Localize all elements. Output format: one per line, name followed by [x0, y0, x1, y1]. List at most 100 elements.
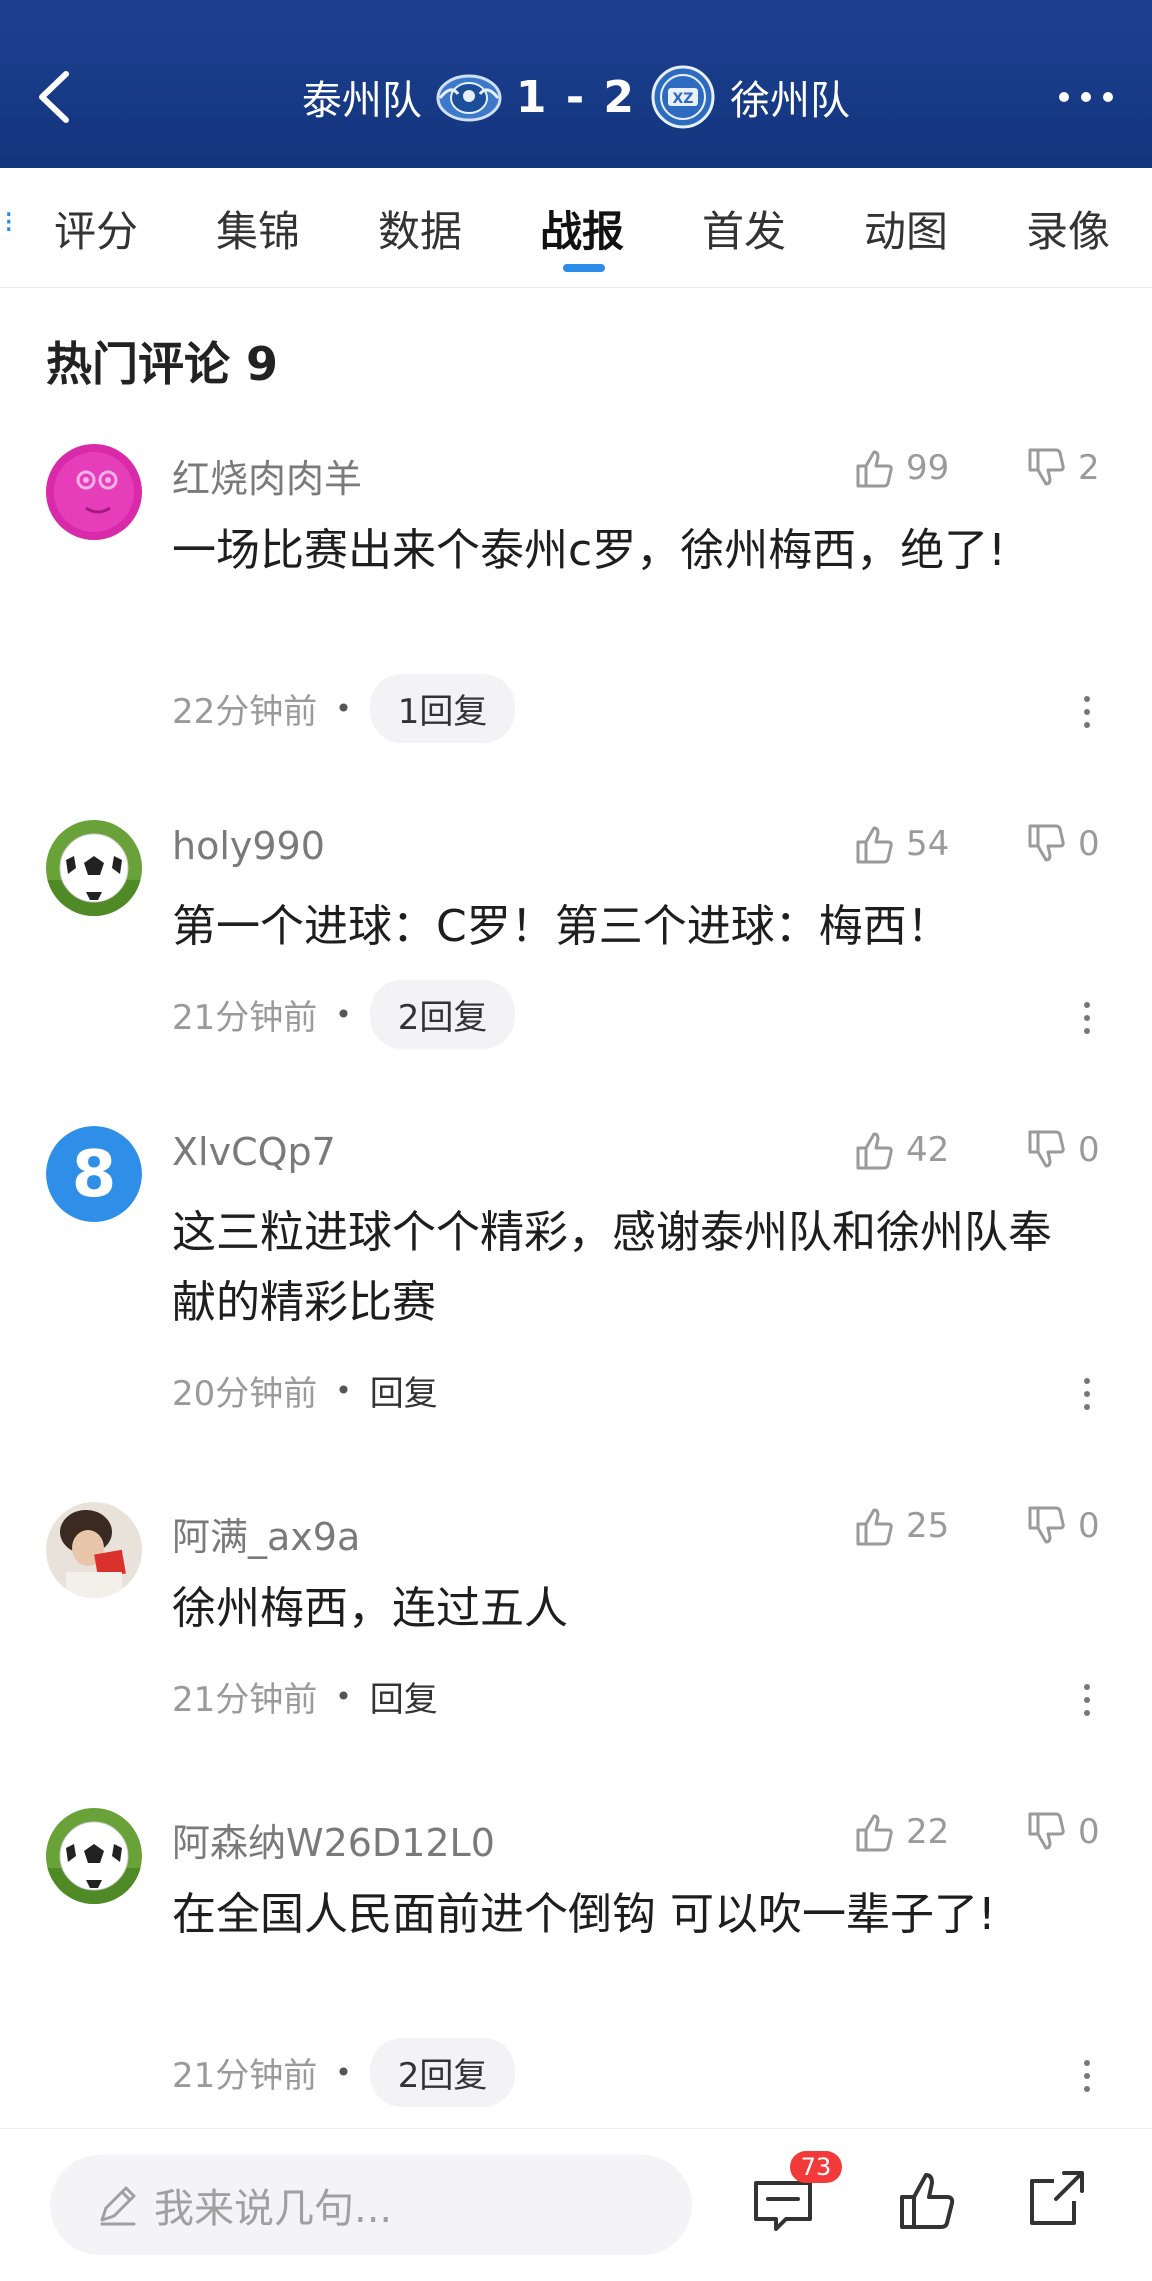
avatar[interactable]: [46, 444, 142, 540]
comment-menu-icon[interactable]: [1082, 2058, 1092, 2094]
comment-input-placeholder: 我来说几句...: [154, 2186, 393, 2232]
separator-dot: •: [335, 2055, 352, 2089]
hot-comments-title: 热门评论 9: [46, 337, 279, 391]
thumbs-up-icon: [856, 1132, 893, 1170]
thumbs-down-icon: [1028, 1506, 1065, 1544]
like-button[interactable]: 99: [852, 444, 949, 492]
soccer-ball-avatar-icon: [46, 1808, 142, 1904]
like-button[interactable]: 42: [852, 1126, 949, 1174]
home-team-name[interactable]: 泰州队: [302, 68, 422, 126]
separator-dot: •: [335, 1373, 352, 1407]
comment-text: 在全国人民面前进个倒钩 可以吹一辈子了!: [172, 1889, 996, 1940]
dislike-count: 2: [1078, 448, 1100, 488]
dislike-button[interactable]: 0: [1024, 1808, 1100, 1856]
person-photo-avatar-icon: [46, 1502, 142, 1598]
like-button[interactable]: 54: [852, 820, 949, 868]
number-eight-avatar-icon: 8: [46, 1126, 142, 1222]
tab-stats[interactable]: 数据: [378, 198, 462, 259]
soccer-ball-avatar-icon: [46, 820, 142, 916]
dislike-count: 0: [1078, 1130, 1100, 1170]
tab-lineup[interactable]: 首发: [702, 198, 786, 259]
dislike-button[interactable]: 0: [1024, 820, 1100, 868]
tab-bar: ⁝ 评分 集锦 数据 战报 首发 动图 录像: [0, 168, 1152, 288]
comment-text: 徐州梅西，连过五人: [172, 1583, 568, 1634]
comment-username[interactable]: holy990: [172, 824, 325, 868]
comment-username[interactable]: 阿满_ax9a: [172, 1506, 360, 1561]
like-button[interactable]: 25: [852, 1502, 949, 1550]
separator-dot: •: [335, 691, 352, 725]
match-score-bar: 泰州队 1 - 2 XZ 徐州队: [0, 62, 1152, 132]
tab-highlights[interactable]: 集锦: [216, 198, 300, 259]
thumbs-down-icon: [1028, 1812, 1065, 1850]
avatar[interactable]: [46, 1502, 142, 1598]
separator-dot: •: [335, 1679, 352, 1713]
comment-meta: 21分钟前 • 2回复: [172, 2037, 516, 2107]
tab-gifs[interactable]: 动图: [864, 198, 948, 259]
svg-text:XZ: XZ: [673, 91, 694, 107]
comment-time: 22分钟前: [172, 691, 318, 732]
comment-menu-icon[interactable]: [1082, 1376, 1092, 1412]
thumbs-down-icon: [1028, 448, 1065, 486]
comment-username[interactable]: 红烧肉肉羊: [172, 448, 362, 503]
away-team-name[interactable]: 徐州队: [730, 68, 850, 126]
comment-menu-icon[interactable]: [1082, 1000, 1092, 1036]
pink-face-avatar-icon: [46, 444, 142, 540]
comment-menu-icon[interactable]: [1082, 694, 1092, 730]
comment-text: 一场比赛出来个泰州c罗，徐州梅西，绝了!: [172, 525, 1006, 576]
comment-meta: 21分钟前 • 回复: [172, 1664, 438, 1728]
comment-username[interactable]: 阿森纳W26D12L0: [172, 1812, 495, 1867]
avatar[interactable]: [46, 1808, 142, 1904]
dislike-count: 0: [1078, 1812, 1100, 1852]
thumbs-down-icon: [1028, 824, 1065, 862]
comment-count-badge: 73: [790, 2151, 842, 2183]
reply-button[interactable]: 2回复: [369, 979, 516, 1049]
more-options-icon[interactable]: [1056, 86, 1116, 108]
like-count: 22: [906, 1812, 950, 1852]
home-team-badge-icon[interactable]: [436, 64, 502, 130]
dislike-count: 0: [1078, 1506, 1100, 1546]
thumbs-up-icon: [856, 450, 893, 488]
comment-time: 21分钟前: [172, 997, 318, 1038]
reply-button[interactable]: 2回复: [369, 2037, 516, 2107]
dislike-button[interactable]: 2: [1024, 444, 1100, 492]
reply-button[interactable]: 1回复: [369, 673, 516, 743]
comment-input[interactable]: 我来说几句...: [50, 2155, 692, 2255]
dislike-button[interactable]: 0: [1024, 1502, 1100, 1550]
tab-report[interactable]: 战报: [540, 198, 624, 259]
active-tab-indicator: [563, 264, 605, 272]
pencil-icon: [100, 2186, 136, 2226]
bottom-action-bar: 我来说几句... 73: [0, 2128, 1152, 2281]
like-count: 42: [906, 1130, 950, 1170]
like-count: 54: [906, 824, 950, 864]
avatar[interactable]: [46, 820, 142, 916]
comment-meta: 20分钟前 • 回复: [172, 1358, 438, 1422]
avatar[interactable]: 8: [46, 1126, 142, 1222]
comment-meta: 22分钟前 • 1回复: [172, 673, 516, 743]
svg-text:8: 8: [72, 1138, 117, 1212]
comment-time: 21分钟前: [172, 1679, 318, 1720]
separator-dot: •: [335, 997, 352, 1031]
tab-rating[interactable]: 评分: [54, 198, 138, 259]
share-icon[interactable]: [1024, 2165, 1090, 2231]
comment-menu-icon[interactable]: [1082, 1682, 1092, 1718]
thumbs-up-icon[interactable]: [894, 2165, 964, 2235]
tab-replay[interactable]: 录像: [1026, 198, 1110, 259]
comment-time: 20分钟前: [172, 1373, 318, 1414]
like-count: 99: [906, 448, 950, 488]
thumbs-up-icon: [856, 1508, 893, 1546]
like-button[interactable]: 22: [852, 1808, 949, 1856]
comment-meta: 21分钟前 • 2回复: [172, 979, 516, 1049]
reply-button[interactable]: 回复: [370, 1366, 438, 1415]
tab-scroll-edge-indicator: ⁝: [4, 205, 14, 240]
comment-text: 这三粒进球个个精彩，感谢泰州队和徐州队奉献的精彩比赛: [172, 1207, 1052, 1328]
dislike-button[interactable]: 0: [1024, 1126, 1100, 1174]
comment-username[interactable]: XlvCQp7: [172, 1130, 336, 1174]
away-team-badge-icon[interactable]: XZ: [650, 64, 716, 130]
dislike-count: 0: [1078, 824, 1100, 864]
like-count: 25: [906, 1506, 950, 1546]
match-header: 泰州队 1 - 2 XZ 徐州队: [0, 0, 1152, 168]
thumbs-down-icon: [1028, 1130, 1065, 1168]
reply-button[interactable]: 回复: [370, 1672, 438, 1721]
comment-time: 21分钟前: [172, 2055, 318, 2096]
thumbs-up-icon: [856, 826, 893, 864]
